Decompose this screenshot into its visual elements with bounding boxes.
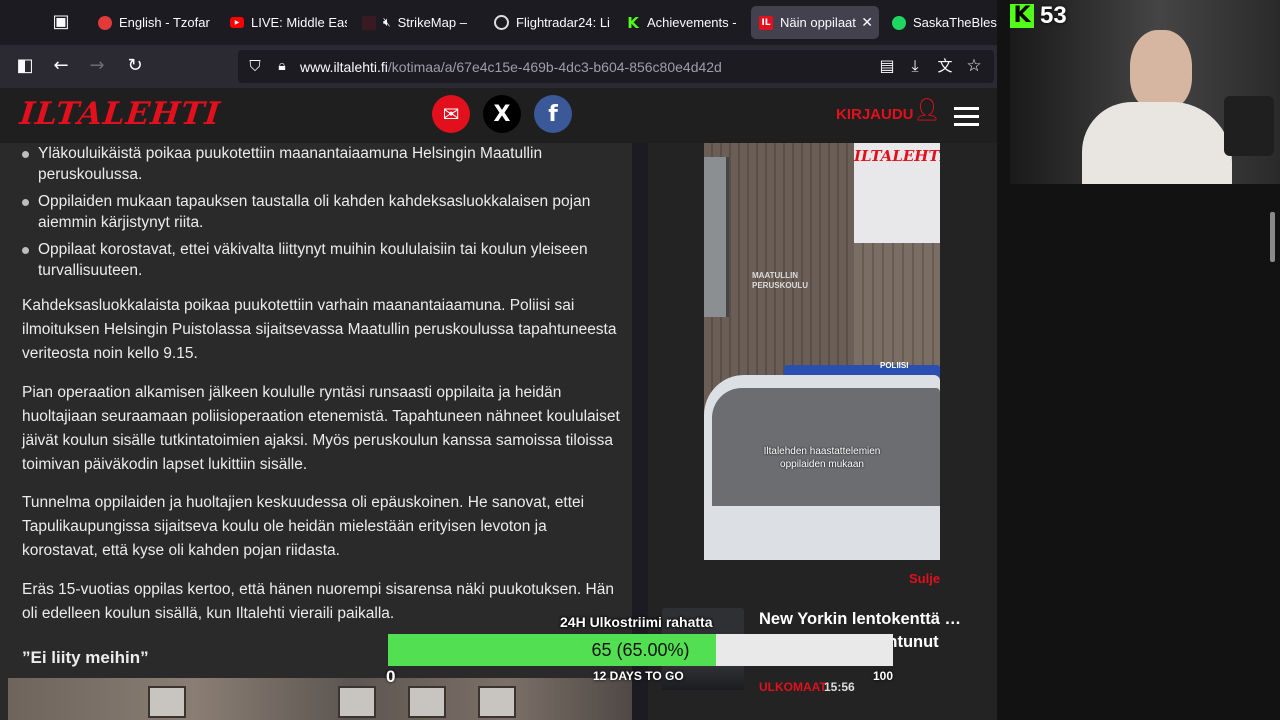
video-watermark: ILTALEHTI [854, 147, 940, 165]
article-paragraph: Tunnelma oppilaiden ja huoltajien keskuu… [22, 494, 585, 559]
bullet-item: Oppilaiden mukaan tapauksen taustalla ol… [22, 191, 612, 233]
video-caption: Iltalehden haastattelemien oppilaiden mu… [704, 445, 940, 471]
subathon-label: 24H Ulkostriimi rahatta [560, 614, 713, 630]
strikemap-icon [362, 15, 376, 30]
tab-iltalehti[interactable]: IL Näin oppilaat ✕ [751, 6, 879, 39]
tab-overview-icon[interactable]: ▣ [50, 11, 72, 33]
caption-line: Iltalehden haastattelemien [763, 446, 881, 457]
kick-logo-icon: K [1010, 4, 1034, 28]
video-player[interactable]: MAATULLIN PERUSKOULU ILTALEHTI POLIISI I… [704, 143, 940, 560]
article-subheading: ”Ei liity meihin” [22, 648, 149, 667]
browser-nav-bar: ◧ ← → ↻ ⛉ 🔒︎ www.iltalehti.fi/kotimaa/a/… [0, 45, 1000, 88]
email-share-icon[interactable]: ✉ [432, 95, 470, 133]
article-paragraph: Kahdeksasluokkalaista poikaa puukotettii… [22, 297, 617, 362]
tab-strikemap[interactable]: 🔇︎ StrikeMap – [354, 6, 479, 39]
x-share-icon[interactable]: X [483, 95, 521, 133]
police-text: POLIISI [880, 361, 909, 370]
close-tab-icon[interactable]: ✕ [861, 15, 873, 31]
news-time: 15:56 [824, 680, 855, 694]
bullet-item: Oppilaat korostavat, ettei väkivalta lii… [22, 239, 612, 281]
viewer-count: 53 [1040, 2, 1067, 29]
forward-icon[interactable]: → [86, 55, 108, 77]
tab-spotify[interactable]: SaskaTheBlesse [884, 6, 1000, 39]
user-icon[interactable]: 👤︎ [913, 100, 941, 122]
back-icon[interactable]: ← [50, 55, 72, 77]
sidebar-toggle-icon[interactable]: ◧ [14, 55, 36, 77]
site-header: ILTALEHTI ✉ X f KIRJAUDU 👤︎ [0, 88, 997, 143]
bullet-item: Yläkouluikäistä poikaa puukotettiin maan… [22, 143, 612, 185]
iltalehti-logo[interactable]: ILTALEHTI [18, 96, 222, 132]
article-image[interactable] [8, 678, 632, 720]
tab-youtube[interactable]: ▶ LIVE: Middle Eas [222, 6, 347, 39]
flightradar-icon [494, 15, 509, 30]
save-page-icon[interactable]: ⤓ [904, 55, 926, 77]
kick-viewer-badge: K 53 [1010, 2, 1067, 30]
tab-label: Flightradar24: Li [516, 15, 610, 30]
hamburger-menu-icon[interactable] [954, 107, 979, 126]
lock-icon[interactable]: 🔒︎ [271, 55, 293, 77]
close-video-button[interactable]: Sulje [909, 571, 940, 586]
tab-flightradar[interactable]: Flightradar24: Li [486, 6, 611, 39]
reload-icon[interactable]: ↻ [124, 55, 146, 77]
tab-label: Näin oppilaat [780, 15, 856, 30]
progress-max-label: 100 [873, 669, 894, 683]
tab-label: English - Tzofar [119, 15, 210, 30]
tab-label: Achievements - [647, 15, 737, 30]
tab-label: SaskaTheBlesse [913, 15, 1000, 30]
mute-icon[interactable]: 🔇︎ [383, 15, 391, 30]
article-paragraph: Eräs 15-vuotias oppilas kertoo, että hän… [22, 581, 614, 622]
article-paragraph: Pian operaation alkamisen jälkeen koulul… [22, 384, 620, 473]
scrollbar-thumb[interactable] [1270, 212, 1275, 262]
tzofar-icon [98, 15, 112, 30]
streamer-head [1130, 30, 1192, 110]
streamer-shirt [1082, 102, 1232, 184]
microphone [1224, 96, 1274, 156]
tab-achievements[interactable]: K Achievements - [618, 6, 743, 39]
days-remaining-label: 12 DAYS TO GO [593, 669, 684, 683]
tab-tzofar[interactable]: English - Tzofar [90, 6, 215, 39]
kick-icon: K [627, 13, 639, 32]
shield-icon[interactable]: ⛉ [244, 55, 266, 77]
school-sign: MAATULLIN PERUSKOULU [752, 271, 809, 290]
browser-tab-bar: ▣ English - Tzofar ▶ LIVE: Middle Eas 🔇︎… [0, 0, 1000, 45]
summary-bullets: Yläkouluikäistä poikaa puukotettiin maan… [22, 143, 612, 287]
caption-line: oppilaiden mukaan [780, 459, 864, 470]
progress-min-label: 0 [386, 667, 396, 686]
bookmark-star-icon[interactable]: ☆ [963, 55, 985, 77]
url-path: /kotimaa/a/67e4c15e-469b-4dc3-b604-856c8… [387, 59, 722, 75]
youtube-icon: ▶ [230, 17, 244, 28]
subathon-progress-bar: 65 (65.00%) [388, 634, 893, 666]
url-text[interactable]: www.iltalehti.fi/kotimaa/a/67e4c15e-469b… [300, 59, 722, 75]
progress-text: 65 (65.00%) [591, 640, 690, 660]
facebook-share-icon[interactable]: f [534, 95, 572, 133]
url-bar[interactable]: ⛉ 🔒︎ www.iltalehti.fi/kotimaa/a/67e4c15e… [238, 50, 994, 83]
url-host: www.iltalehti.fi [300, 59, 388, 75]
news-category[interactable]: ULKOMAAT [759, 680, 827, 694]
login-link[interactable]: KIRJAUDU [836, 106, 914, 123]
reader-view-icon[interactable]: ▤ [876, 55, 898, 77]
iltalehti-icon: IL [759, 15, 773, 30]
tab-label: StrikeMap – [397, 15, 467, 30]
translate-icon[interactable]: 文 [934, 55, 956, 77]
tab-label: LIVE: Middle Eas [251, 15, 347, 30]
spotify-icon [892, 15, 906, 30]
